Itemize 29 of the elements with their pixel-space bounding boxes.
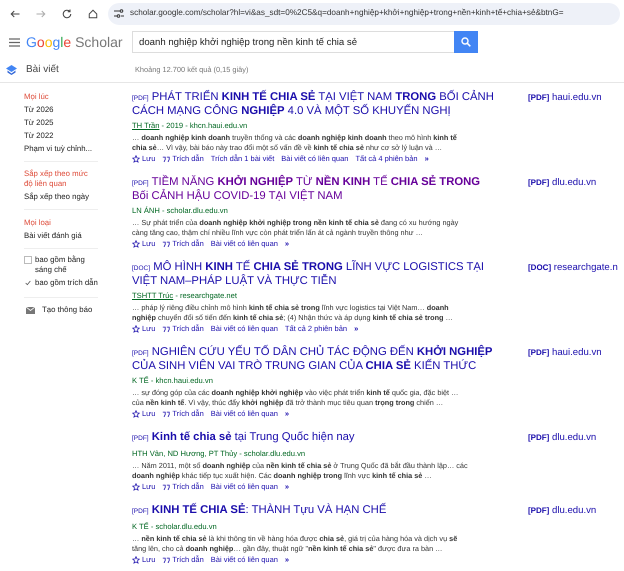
section-title: Bài viết <box>26 63 60 77</box>
quote-icon <box>162 556 170 564</box>
file-link[interactable]: [PDF] dlu.edu.vn <box>528 504 596 518</box>
site-settings-icon[interactable] <box>114 9 124 18</box>
search-field[interactable]: doanh nghiệp khởi nghiệp trong nền kinh tế chia sẻ <box>132 31 454 53</box>
checkbox[interactable] <box>24 256 32 264</box>
quote-icon <box>162 484 170 490</box>
envelope-icon <box>26 306 35 314</box>
url-text: scholar.google.com/scholar?hl=vi&as_sdt=0%2C5&q=doanh+nghiệp+khởi+nghiệp+trong+nền+kinh+tế+chia+sẻ&btnG= <box>130 7 564 20</box>
file-link[interactable]: [PDF] dlu.edu.vn <box>528 176 596 190</box>
articles-icon <box>6 64 17 74</box>
file-link[interactable]: [PDF] dlu.edu.vn <box>528 431 596 445</box>
file-link[interactable]: [PDF] haui.edu.vn <box>528 91 602 105</box>
star-icon <box>132 410 140 418</box>
google-scholar-logo[interactable]: Google Scholar <box>26 32 126 52</box>
star-icon <box>132 556 140 564</box>
file-link[interactable]: [DOC] researchgate.n <box>528 261 618 275</box>
quote-icon <box>162 240 170 248</box>
quote-icon <box>162 326 170 332</box>
search-button[interactable] <box>454 31 478 53</box>
star-icon <box>132 155 140 163</box>
search-icon <box>461 37 471 47</box>
star-icon <box>132 240 140 248</box>
quote-icon <box>162 410 170 418</box>
star-icon <box>132 483 140 491</box>
quote-icon <box>162 156 170 162</box>
address-bar[interactable]: scholar.google.com/scholar?hl=vi&as_sdt=0%2C5&q=doanh+nghiệp+khởi+nghiệp+trong+nền+kinh+tế+chia+sẻ&btnG= <box>108 2 620 24</box>
star-icon <box>132 325 140 333</box>
file-link[interactable]: [PDF] haui.edu.vn <box>528 346 602 360</box>
